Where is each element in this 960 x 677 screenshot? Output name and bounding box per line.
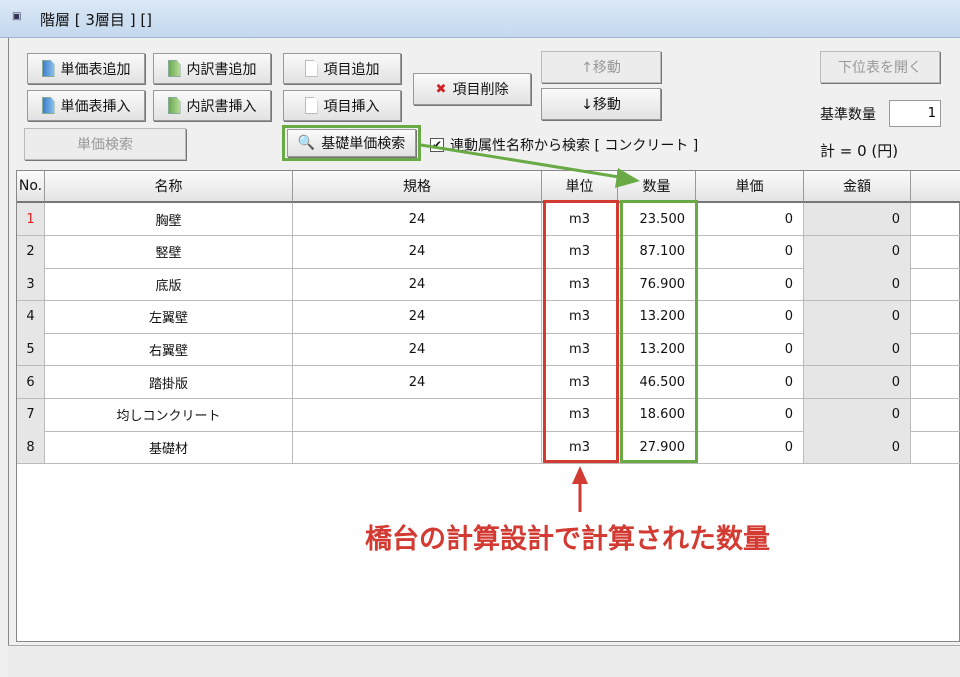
annotation-caption: 橋台の計算設計で計算された数量 [365, 524, 770, 555]
highlight-box-green-qty [620, 200, 698, 463]
highlight-box-red [543, 200, 619, 463]
green-arrowhead [615, 168, 640, 188]
red-arrowhead [572, 466, 588, 484]
annotation-arrows [420, 143, 640, 512]
green-arrow-line [420, 143, 626, 180]
